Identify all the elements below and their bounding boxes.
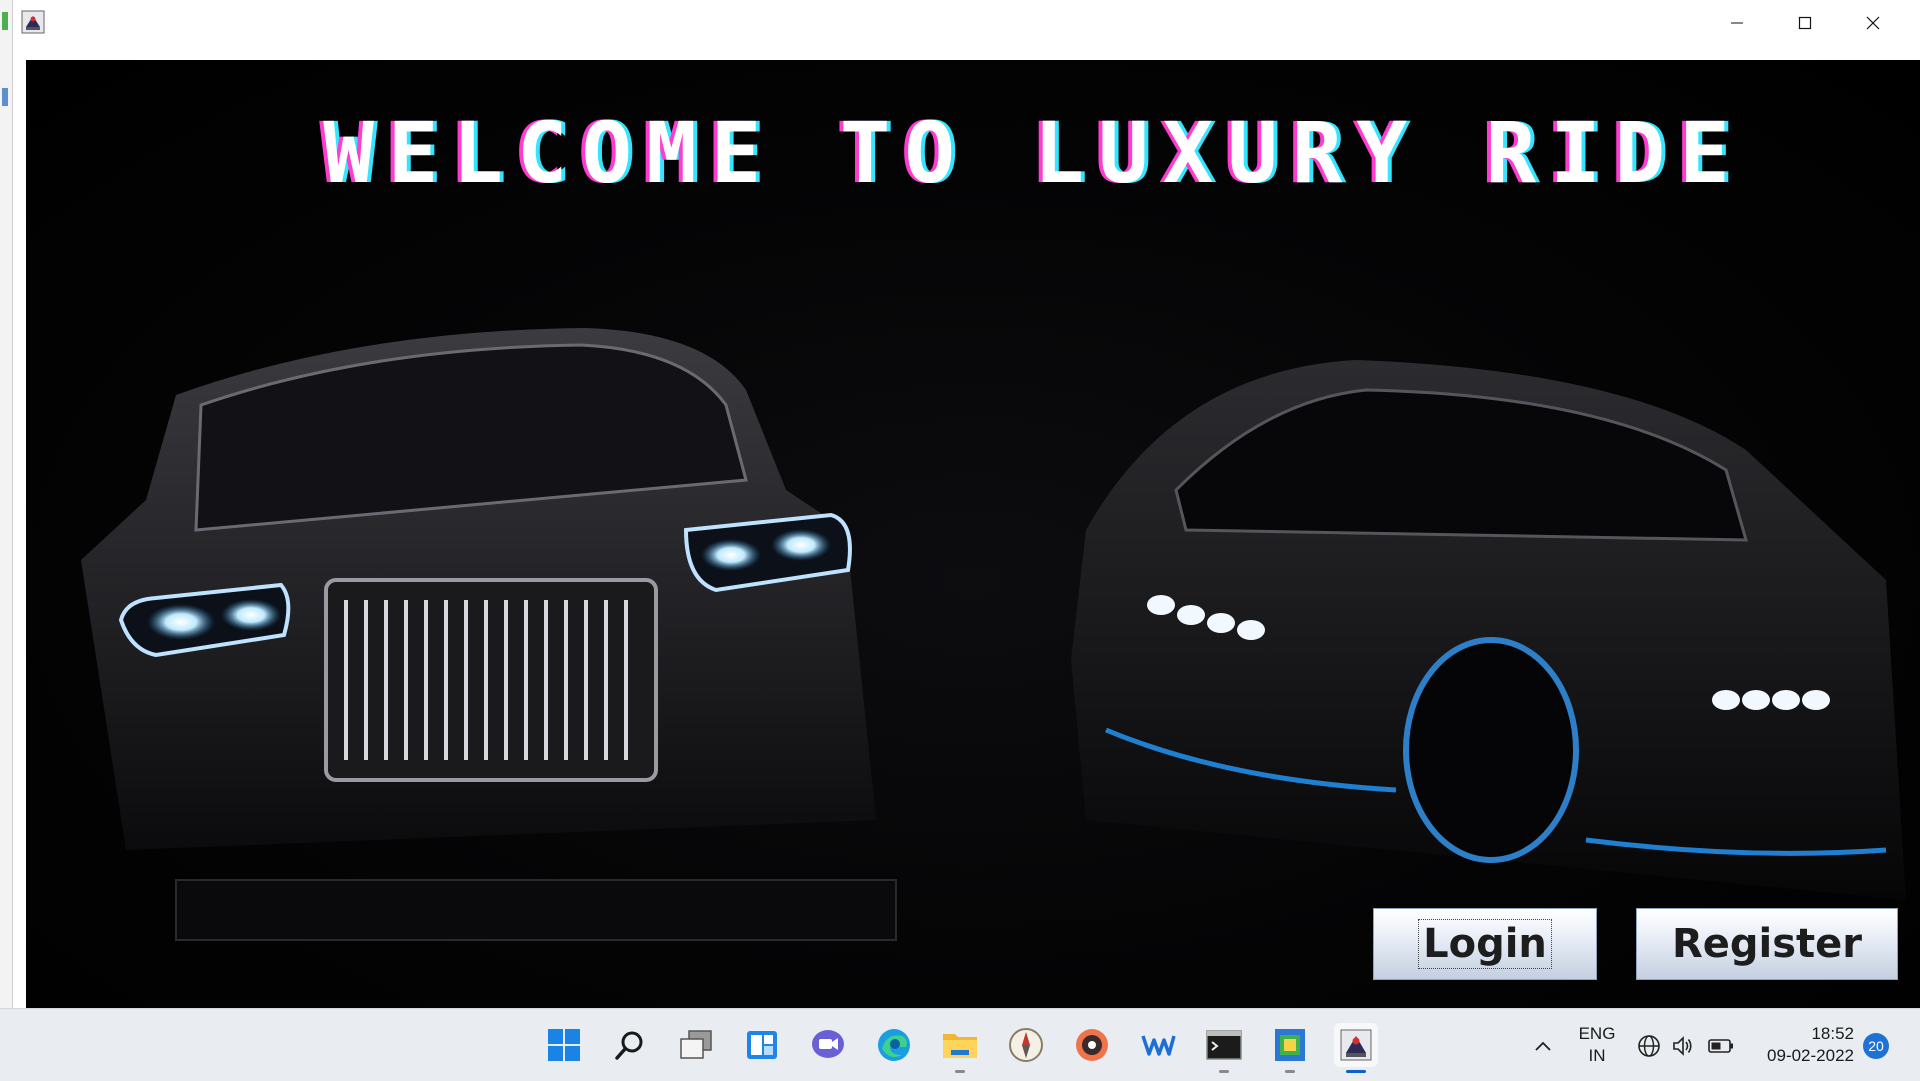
close-icon <box>1866 16 1880 29</box>
java-app-icon <box>1340 1029 1372 1061</box>
active-indicator <box>1346 1070 1366 1073</box>
taskbar: ENG IN 18:52 09-02-2022 20 <box>0 1008 1920 1081</box>
welcome-headline: WELCOME TO LUXURY RIDE <box>323 104 1744 202</box>
start-button[interactable] <box>542 1023 586 1067</box>
running-indicator <box>1219 1070 1229 1073</box>
globe-icon <box>1638 1035 1660 1057</box>
background-window-marker <box>2 12 8 30</box>
notification-count: 20 <box>1868 1038 1884 1054</box>
java-app-button[interactable] <box>1334 1023 1378 1073</box>
speaker-icon <box>1673 1036 1692 1056</box>
clock[interactable]: 18:52 09-02-2022 <box>1750 1023 1854 1067</box>
chat-button[interactable] <box>806 1023 850 1067</box>
wave-app-icon <box>1141 1035 1176 1056</box>
wave-app-button[interactable] <box>1136 1023 1180 1067</box>
login-button[interactable]: Login <box>1373 908 1597 980</box>
search-button[interactable] <box>608 1023 652 1067</box>
left-car <box>81 328 897 941</box>
network-button[interactable] <box>1636 1033 1662 1059</box>
running-indicator <box>1285 1070 1295 1073</box>
battery-button[interactable] <box>1708 1033 1734 1059</box>
task-view-button[interactable] <box>674 1023 718 1067</box>
register-button-label: Register <box>1671 921 1863 967</box>
welcome-panel: WELCOME TO LUXURY RIDE Login Register <box>26 60 1920 1008</box>
widgets-icon <box>747 1031 777 1059</box>
battery-icon <box>1708 1039 1733 1053</box>
compass-app-button[interactable] <box>1004 1023 1048 1067</box>
terminal-icon <box>1206 1030 1242 1060</box>
clock-time: 18:52 <box>1811 1024 1854 1043</box>
running-indicator <box>955 1070 965 1073</box>
start-icon <box>548 1029 580 1061</box>
maximize-button[interactable] <box>1771 0 1839 45</box>
edge-icon <box>878 1029 910 1061</box>
background-window-marker <box>2 88 8 106</box>
show-hidden-icons-button[interactable] <box>1530 1033 1556 1059</box>
media-player-button[interactable] <box>1070 1023 1114 1067</box>
terminal-button[interactable] <box>1202 1023 1246 1073</box>
file-explorer-button[interactable] <box>938 1023 982 1073</box>
notepad-button[interactable] <box>1268 1023 1312 1073</box>
minimize-icon <box>1731 22 1743 23</box>
java-cup-icon <box>21 10 45 34</box>
language-label: ENG <box>1578 1024 1616 1043</box>
title-bar[interactable] <box>13 0 1920 45</box>
luxury-cars-image <box>81 328 1906 941</box>
register-button[interactable]: Register <box>1636 908 1898 980</box>
luxury-ride-window: WELCOME TO LUXURY RIDE Login Register <box>12 0 1920 1008</box>
edge-button[interactable] <box>872 1023 916 1067</box>
task-view-icon <box>680 1030 712 1059</box>
region-label: IN <box>1588 1046 1606 1065</box>
search-icon <box>615 1031 643 1060</box>
chat-icon <box>812 1030 844 1058</box>
volume-button[interactable] <box>1670 1033 1696 1059</box>
chevron-up-icon <box>1535 1041 1551 1051</box>
close-button[interactable] <box>1839 0 1907 45</box>
language-indicator[interactable]: ENG IN <box>1572 1023 1622 1067</box>
notification-badge[interactable]: 20 <box>1863 1033 1889 1059</box>
compass-app-icon <box>1009 1028 1043 1062</box>
notepad-icon <box>1275 1029 1305 1061</box>
maximize-icon <box>1798 16 1812 29</box>
login-button-label: Login <box>1418 919 1552 969</box>
clock-date: 09-02-2022 <box>1767 1046 1854 1065</box>
minimize-button[interactable] <box>1703 0 1771 45</box>
file-explorer-icon <box>943 1034 977 1058</box>
right-car <box>1071 360 1906 900</box>
widgets-button[interactable] <box>740 1023 784 1067</box>
media-player-icon <box>1076 1029 1108 1061</box>
